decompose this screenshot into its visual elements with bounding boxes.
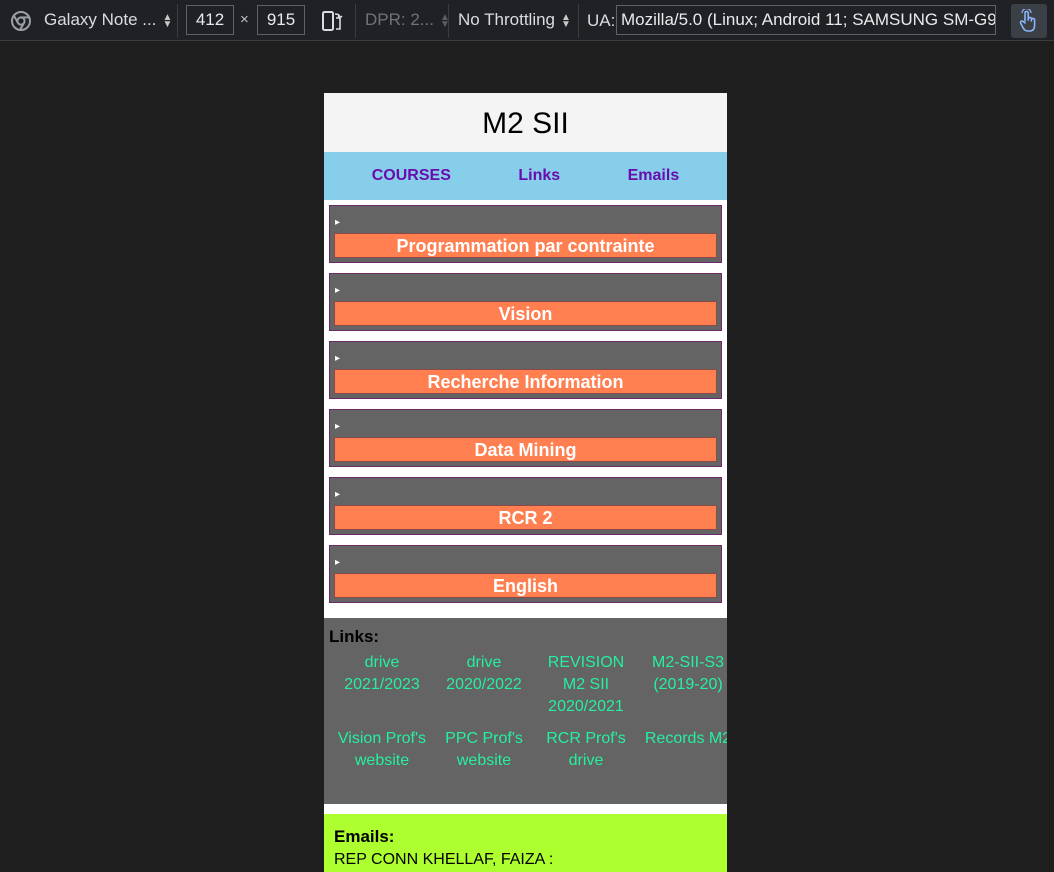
disclosure-triangle-icon[interactable]: ▸ bbox=[335, 285, 340, 296]
throttling-select[interactable]: No Throttling ▲ ▼ bbox=[458, 10, 571, 30]
link-m2-sii-s3[interactable]: M2-SII-S3 (2019-20) bbox=[639, 652, 727, 718]
user-agent-input[interactable]: Mozilla/5.0 (Linux; Android 11; SAMSUNG … bbox=[616, 5, 996, 35]
course-title[interactable]: RCR 2 bbox=[334, 505, 717, 530]
nav-link-courses[interactable]: COURSES bbox=[364, 167, 459, 185]
emails-section: Emails: REP CONN KHELLAF, FAIZA : bbox=[324, 814, 727, 872]
divider bbox=[448, 4, 449, 38]
disclosure-triangle-icon[interactable]: ▸ bbox=[335, 217, 340, 228]
chrome-icon bbox=[11, 11, 31, 31]
touch-hand-icon bbox=[1019, 9, 1036, 32]
touch-toggle-button[interactable] bbox=[1011, 4, 1047, 38]
device-toolbar: Galaxy Note ... ▲ ▼ 412 × 915 DPR: 2... ▲ ▼ … bbox=[0, 0, 1054, 41]
disclosure-triangle-icon[interactable]: ▸ bbox=[335, 421, 340, 432]
course-title[interactable]: English bbox=[334, 573, 717, 598]
width-input[interactable]: 412 bbox=[186, 5, 234, 35]
nav-link-links[interactable]: Links bbox=[510, 167, 568, 185]
device-name: Galaxy Note ... bbox=[44, 10, 157, 29]
course-item[interactable]: ▸ RCR 2 bbox=[329, 477, 722, 535]
divider bbox=[177, 4, 178, 38]
email-entry: REP CONN KHELLAF, FAIZA : bbox=[334, 851, 554, 868]
course-item[interactable]: ▸ Vision bbox=[329, 273, 722, 331]
divider bbox=[355, 4, 356, 38]
divider bbox=[578, 4, 579, 38]
dpr-select: DPR: 2... ▲ ▼ bbox=[365, 10, 450, 30]
select-arrows-icon: ▲ ▼ bbox=[561, 11, 571, 30]
link-revision-m2-sii[interactable]: REVISION M2 SII 2020/2021 bbox=[537, 652, 635, 718]
throttling-value: No Throttling bbox=[458, 10, 556, 29]
link-ppc-prof-website[interactable]: PPC Prof's website bbox=[435, 728, 533, 772]
disclosure-triangle-icon[interactable]: ▸ bbox=[335, 353, 340, 364]
course-title[interactable]: Vision bbox=[334, 301, 717, 326]
emulated-page: M2 SII COURSES Links Emails ▸ Programmat… bbox=[324, 93, 727, 872]
course-item[interactable]: ▸ Data Mining bbox=[329, 409, 722, 467]
emails-heading: Emails: bbox=[334, 827, 395, 846]
link-records-m2[interactable]: Records M2 bbox=[639, 728, 727, 772]
link-drive-2021-2023[interactable]: drive 2021/2023 bbox=[333, 652, 431, 718]
height-input[interactable]: 915 bbox=[257, 5, 305, 35]
select-arrows-icon: ▲ ▼ bbox=[162, 11, 173, 30]
user-agent-label: UA: bbox=[587, 11, 616, 30]
links-section: Links: drive 2021/2023 drive 2020/2022 R… bbox=[324, 618, 727, 804]
dpr-value: DPR: 2... bbox=[365, 10, 434, 29]
link-vision-prof-website[interactable]: Vision Prof's website bbox=[333, 728, 431, 772]
course-list: ▸ Programmation par contrainte ▸ Vision … bbox=[324, 200, 727, 603]
link-rcr-prof-drive[interactable]: RCR Prof's drive bbox=[537, 728, 635, 772]
course-item[interactable]: ▸ English bbox=[329, 545, 722, 603]
disclosure-triangle-icon[interactable]: ▸ bbox=[335, 489, 340, 500]
course-title[interactable]: Programmation par contrainte bbox=[334, 233, 717, 258]
course-item[interactable]: ▸ Recherche Information bbox=[329, 341, 722, 399]
disclosure-triangle-icon[interactable]: ▸ bbox=[335, 557, 340, 568]
page-title: M2 SII bbox=[324, 93, 727, 152]
nav-link-emails[interactable]: Emails bbox=[620, 167, 688, 185]
dimension-separator: × bbox=[240, 11, 249, 28]
course-title[interactable]: Data Mining bbox=[334, 437, 717, 462]
link-drive-2020-2022[interactable]: drive 2020/2022 bbox=[435, 652, 533, 718]
device-select[interactable]: Galaxy Note ... ▲ ▼ bbox=[44, 10, 172, 30]
course-title[interactable]: Recherche Information bbox=[334, 369, 717, 394]
top-nav: COURSES Links Emails bbox=[324, 152, 727, 200]
links-heading: Links: bbox=[329, 627, 380, 646]
course-item[interactable]: ▸ Programmation par contrainte bbox=[329, 205, 722, 263]
rotate-device-icon[interactable] bbox=[321, 10, 343, 32]
links-grid: drive 2021/2023 drive 2020/2022 REVISION… bbox=[333, 652, 727, 772]
